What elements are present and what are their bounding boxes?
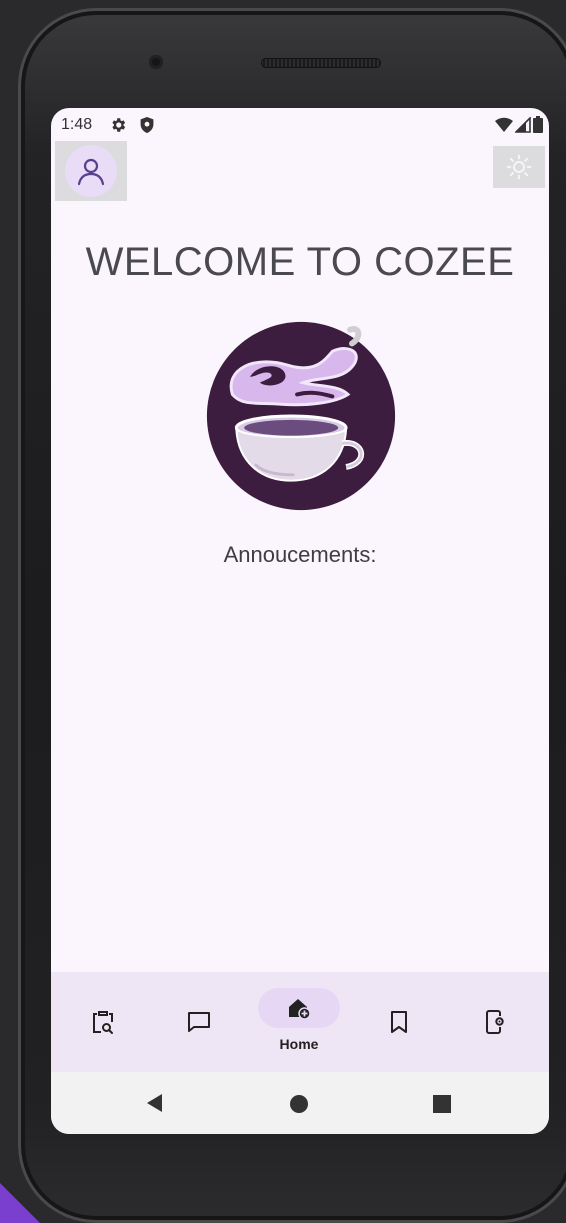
app-screen: 1:48 WELCOME TO COZEE Annoucements: Home <box>51 108 549 1134</box>
phone-settings-icon <box>486 1010 505 1034</box>
back-icon[interactable] <box>147 1094 162 1112</box>
wifi-icon <box>495 117 513 132</box>
announcements-label: Annoucements: <box>223 542 377 567</box>
nav-item-clipboard-search[interactable] <box>63 972 143 1072</box>
profile-icon <box>77 158 105 186</box>
active-indicator-pill <box>258 988 340 1028</box>
nav-item-home[interactable]: Home <box>258 972 340 1072</box>
bookmark-icon <box>391 1011 407 1033</box>
shield-icon <box>140 117 154 133</box>
theme-toggle-button[interactable] <box>493 146 545 188</box>
status-bar: 1:48 <box>51 108 549 144</box>
recents-square-icon[interactable] <box>433 1095 451 1113</box>
home-circle-icon[interactable] <box>290 1095 308 1113</box>
nav-item-chat[interactable] <box>159 972 239 1072</box>
profile-button[interactable] <box>55 141 127 201</box>
bottom-navigation: Home <box>51 972 549 1072</box>
welcome-title: WELCOME TO COZEE <box>85 240 515 284</box>
cozee-logo <box>206 321 396 511</box>
sun-icon <box>506 154 532 180</box>
front-camera <box>149 55 163 69</box>
home-add-icon <box>289 999 311 1020</box>
status-right-group <box>495 116 543 133</box>
signal-icon <box>515 116 531 133</box>
chat-bubble-icon <box>188 1012 210 1032</box>
earpiece-speaker <box>261 58 381 68</box>
nav-item-device-settings[interactable] <box>455 972 535 1072</box>
settings-icon <box>112 118 126 132</box>
system-navigation-bar <box>51 1072 549 1134</box>
battery-icon <box>533 116 543 133</box>
nav-label-home: Home <box>279 1036 319 1052</box>
avatar <box>65 145 117 197</box>
nav-item-bookmark[interactable] <box>359 972 439 1072</box>
clipboard-search-icon <box>93 1011 113 1034</box>
status-time: 1:48 <box>61 116 93 133</box>
